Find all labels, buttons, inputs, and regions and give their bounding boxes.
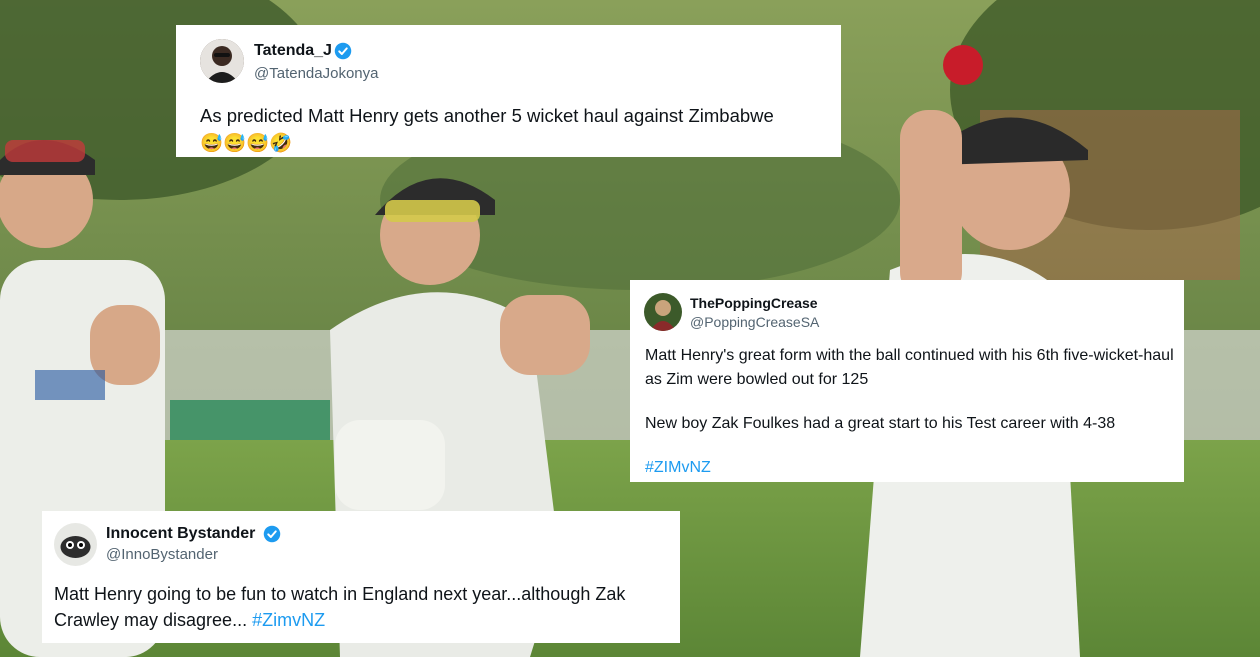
- hashtag-link[interactable]: #ZimvNZ: [252, 610, 325, 630]
- person-avatar-icon: [200, 39, 244, 83]
- user-handle[interactable]: @InnoBystander: [106, 546, 218, 563]
- verified-badge-icon: [334, 42, 352, 60]
- tweet-text: As predicted Matt Henry gets another 5 w…: [200, 102, 820, 156]
- sheep-avatar-icon: [54, 523, 97, 566]
- tweet-card-tatenda[interactable]: Tatenda_J @TatendaJokonya As predicted M…: [176, 25, 841, 157]
- tweet-card-innocent-bystander[interactable]: Innocent Bystander @InnoBystander Matt H…: [42, 511, 680, 643]
- display-name[interactable]: ThePoppingCrease: [690, 295, 818, 311]
- display-name[interactable]: Tatenda_J: [254, 42, 332, 60]
- user-handle[interactable]: @TatendaJokonya: [254, 65, 378, 82]
- avatar[interactable]: [54, 523, 97, 566]
- tweet-paragraph-2: New boy Zak Foulkes had a great start to…: [645, 415, 1116, 432]
- emoji-text: 😅😅😅🤣: [200, 132, 293, 153]
- cricket-logo-icon: [644, 293, 682, 331]
- display-name[interactable]: Innocent Bystander: [106, 525, 255, 543]
- tweet-text-line: As predicted Matt Henry gets another 5 w…: [200, 105, 774, 126]
- avatar[interactable]: [200, 39, 244, 83]
- user-handle[interactable]: @PoppingCreaseSA: [690, 314, 819, 330]
- tweet-text: Matt Henry's great form with the ball co…: [645, 344, 1175, 480]
- tweet-card-poppingcrease[interactable]: ThePoppingCrease @PoppingCreaseSA Matt H…: [630, 280, 1184, 482]
- tweet-paragraph-1: Matt Henry's great form with the ball co…: [645, 347, 1174, 388]
- avatar[interactable]: [644, 293, 682, 331]
- hashtag-link[interactable]: #ZIMvNZ: [645, 456, 1175, 480]
- tweet-text: Matt Henry going to be fun to watch in E…: [54, 581, 669, 633]
- tweet-text-line: Matt Henry going to be fun to watch in E…: [54, 584, 626, 630]
- verified-badge-icon: [263, 525, 281, 543]
